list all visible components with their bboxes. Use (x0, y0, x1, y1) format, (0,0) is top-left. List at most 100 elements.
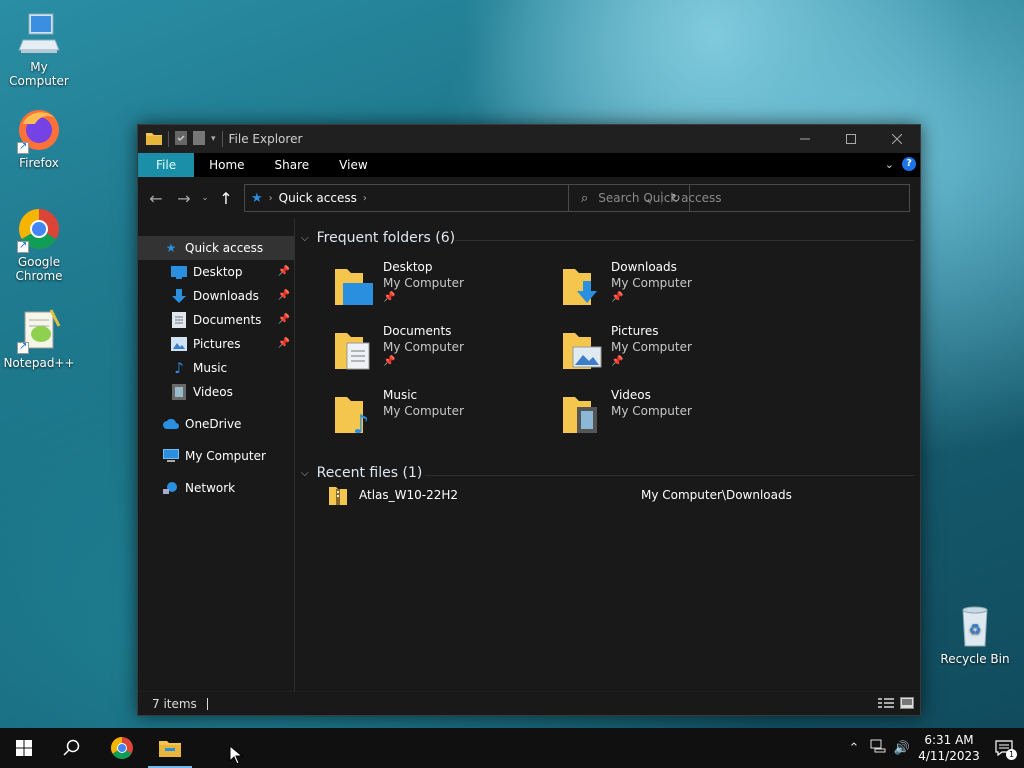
windows-logo-icon (16, 740, 32, 756)
nav-item-onedrive[interactable]: OneDrive (138, 412, 294, 436)
folder-tile-videos[interactable]: Videos My Computer (563, 387, 763, 443)
network-status-icon[interactable] (866, 739, 890, 757)
breadcrumb-chevron-icon[interactable]: › (269, 193, 273, 204)
folder-tile-desktop[interactable]: Desktop My Computer 📌 (335, 259, 535, 315)
chrome-icon (111, 737, 133, 759)
search-button[interactable] (48, 728, 96, 768)
close-button[interactable] (874, 125, 920, 153)
maximize-button[interactable] (828, 125, 874, 153)
desktop-folder-icon (335, 265, 375, 309)
desktop-icon-label: Recycle Bin (940, 652, 1010, 666)
properties-icon[interactable] (175, 130, 187, 148)
action-center-button[interactable]: 1 (984, 728, 1024, 768)
title-bar[interactable]: ▾ File Explorer (138, 125, 920, 153)
nav-item-desktop[interactable]: Desktop 📌 (138, 260, 294, 284)
desktop-icon-firefox[interactable]: Firefox (1, 106, 77, 170)
tab-share[interactable]: Share (260, 153, 325, 177)
shortcut-arrow-icon (17, 140, 29, 154)
pictures-folder-icon (563, 329, 603, 373)
recent-file-row[interactable]: Atlas_W10-22H2 My Computer\Downloads (329, 485, 889, 505)
forward-arrow-icon[interactable]: → (170, 189, 198, 208)
nav-item-label: OneDrive (185, 417, 242, 431)
chevron-down-icon: ⌵ (301, 232, 309, 244)
desktop-icon-notepadpp[interactable]: Notepad++ (1, 306, 77, 370)
start-button[interactable] (0, 728, 48, 768)
nav-item-label: Desktop (193, 265, 243, 279)
details-view-icon[interactable] (878, 697, 894, 712)
search-icon (63, 739, 80, 756)
folder-tile-music[interactable]: ♪ Music My Computer (335, 387, 535, 443)
folder-tile-pictures[interactable]: Pictures My Computer 📌 (563, 323, 763, 379)
clock-date: 4/11/2023 (918, 749, 980, 763)
large-icons-view-icon[interactable] (900, 697, 914, 712)
svg-text:♻: ♻ (969, 622, 982, 638)
desktop-icon-label: My Computer (9, 60, 69, 88)
tab-home[interactable]: Home (194, 153, 259, 177)
toolbar-separator (221, 131, 223, 147)
quick-access-toolbar: ▾ (138, 130, 223, 148)
content-pane: ⌵ Frequent folders (6) Desktop My Comput… (295, 219, 920, 691)
nav-item-music[interactable]: ♪ Music (138, 356, 294, 380)
pin-icon: 📌 (277, 266, 290, 277)
nav-item-downloads[interactable]: Downloads 📌 (138, 284, 294, 308)
clock-time: 6:31 AM (924, 733, 974, 747)
pin-icon: 📌 (611, 356, 624, 367)
computer-icon (163, 448, 179, 464)
taskbar-file-explorer[interactable] (146, 728, 194, 768)
frequent-folders-header[interactable]: ⌵ Frequent folders (6) (301, 230, 455, 246)
nav-item-label: Downloads (193, 289, 259, 303)
nav-item-label: Videos (193, 385, 233, 399)
pin-icon: 📌 (277, 338, 290, 349)
back-arrow-icon[interactable]: ← (142, 189, 170, 208)
breadcrumb-quick-access[interactable]: Quick access (279, 191, 357, 205)
star-icon: ★ (165, 241, 177, 255)
status-bar: 7 items (138, 691, 920, 715)
nav-item-documents[interactable]: Documents 📌 (138, 308, 294, 332)
desktop-icon-recycle-bin[interactable]: ♻ Recycle Bin (937, 602, 1013, 666)
folder-tile-downloads[interactable]: Downloads My Computer 📌 (563, 259, 763, 315)
expand-ribbon-icon[interactable]: ⌄ (885, 158, 894, 171)
nav-item-label: Documents (193, 313, 262, 327)
system-tray: ⌃ 🔊 6:31 AM 4/11/2023 1 (842, 728, 1024, 768)
desktop-icon-my-computer[interactable]: My Computer (1, 10, 77, 88)
recent-locations-chevron-icon[interactable]: ⌄ (198, 193, 212, 203)
nav-item-network[interactable]: Network (138, 476, 294, 500)
nav-item-quick-access[interactable]: ★ Quick access (138, 236, 294, 260)
folder-location: My Computer (611, 404, 692, 418)
tab-view[interactable]: View (324, 153, 382, 177)
tab-file[interactable]: File (138, 153, 195, 177)
svg-text:♪: ♪ (353, 410, 370, 437)
mouse-cursor-icon (229, 744, 244, 768)
pin-icon: 📌 (383, 356, 396, 367)
chevron-down-icon[interactable]: ▾ (211, 134, 216, 144)
nav-item-label: Pictures (193, 337, 241, 351)
nav-item-videos[interactable]: Videos (138, 380, 294, 404)
pin-icon: 📌 (277, 290, 290, 301)
clock[interactable]: 6:31 AM 4/11/2023 (914, 732, 984, 764)
volume-icon[interactable]: 🔊 (890, 741, 914, 756)
recent-files-header[interactable]: ⌵ Recent files (1) (301, 465, 422, 481)
videos-folder-icon (563, 393, 603, 437)
nav-item-my-computer[interactable]: My Computer (138, 444, 294, 468)
folder-name: Desktop (383, 260, 433, 274)
cloud-icon (163, 416, 179, 432)
folder-name: Downloads (611, 260, 677, 274)
chevron-up-icon[interactable]: ⌃ (842, 741, 866, 756)
desktop-icon-chrome[interactable]: Google Chrome (1, 205, 77, 283)
help-icon[interactable]: ? (902, 157, 916, 171)
music-folder-icon: ♪ (335, 393, 375, 440)
group-divider (425, 475, 914, 476)
taskbar-chrome[interactable] (98, 728, 146, 768)
firefox-icon (15, 106, 63, 154)
network-icon (163, 480, 179, 496)
folder-name: Documents (383, 324, 452, 338)
minimize-button[interactable] (782, 125, 828, 153)
folder-tile-documents[interactable]: Documents My Computer 📌 (335, 323, 535, 379)
explorer-body: ★ Quick access Desktop 📌 Downloads 📌 Doc… (138, 219, 920, 691)
new-folder-icon[interactable] (193, 130, 205, 148)
nav-item-pictures[interactable]: Pictures 📌 (138, 332, 294, 356)
up-arrow-icon[interactable]: ↑ (212, 189, 240, 208)
search-box[interactable]: ⌕ Search Quick access (568, 184, 910, 212)
recent-file-path: My Computer\Downloads (641, 488, 792, 502)
breadcrumb-chevron-icon[interactable]: › (363, 193, 367, 204)
